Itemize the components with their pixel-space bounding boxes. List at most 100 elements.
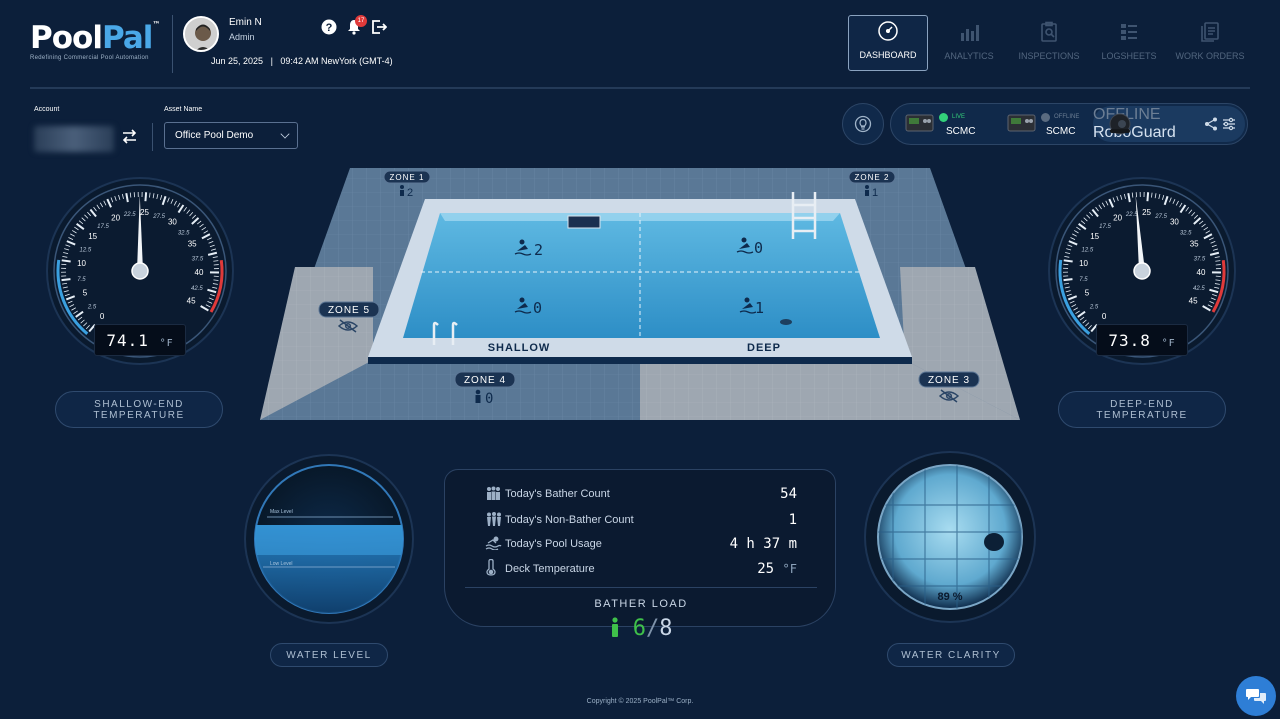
header-rule [30,87,1250,89]
shallow-reading: 74.1 [106,331,149,350]
stat-label: Deck Temperature [505,563,595,575]
user-role: Admin [229,32,255,42]
current-time: 09:42 AM NewYork (GMT-4) [280,56,393,66]
gauge-scale-label: 37.5 [192,256,204,262]
device-scmc-live[interactable]: LIVE SCMC [905,104,997,144]
zone-2-count: 1 [872,187,879,199]
device-scmc-offline[interactable]: OFFLINE SCMC [1007,104,1097,144]
gauge-hub [131,262,149,280]
bather-load-current: 6 [632,616,646,641]
shallow-readout: 74.1 °F [95,331,185,350]
avatar[interactable] [183,16,219,52]
account-divider [152,123,153,151]
person-icon [865,185,869,196]
group-icon [485,486,505,503]
asset-select-value: Office Pool Demo [175,130,254,141]
thermometer-icon [485,558,505,579]
water-clarity-gauge: 89 % [864,451,1036,623]
bar-chart-icon [961,25,979,41]
gauge-scale-label: 20 [1113,213,1122,222]
bather-load-separator: / [646,616,660,641]
stat-value: 1 [788,512,797,528]
zone-1-count: 2 [407,187,414,199]
share-icon[interactable] [1204,117,1218,131]
gauge-scale-label: 10 [77,259,86,268]
stats-divider [465,587,817,588]
stat-label: Today's Non-Bather Count [505,514,634,526]
gauge-scale-label: 12.5 [80,248,92,254]
nav-dashboard[interactable]: DASHBOARD [848,15,928,71]
drain [780,319,792,325]
gauge-tick [1146,192,1150,202]
gauge-scale-label: 42.5 [191,286,203,292]
nav-inspections-label: INSPECTIONS [1018,51,1080,61]
nav-inspections[interactable]: INSPECTIONS [1009,15,1089,71]
nav-logsheets[interactable]: LOGSHEETS [1089,15,1169,71]
nav-work-orders[interactable]: WORK ORDERS [1170,15,1250,71]
gauge-scale-label: 20 [111,213,120,222]
gauge-tick [144,192,148,202]
zone-4-label: ZONE 4 [464,375,506,386]
date-separator: | [270,56,273,66]
gauge-scale-label: 0 [1102,312,1107,321]
shallow-readout-box: 74.1 °F [94,324,186,356]
avatar-photo-icon [185,18,217,50]
stat-value: 25 °F [757,561,797,577]
quadrant-count-deep-bottom: 1 [755,299,765,317]
gauge-scale-label: 45 [187,297,196,306]
shallow-unit: °F [159,338,174,349]
nav-analytics-label: ANALYTICS [944,51,994,61]
gauge-scale-label: 15 [88,232,97,241]
settings-sliders-icon[interactable] [1222,117,1236,131]
list-icon [1121,24,1137,40]
water-clarity-value: 89 % [937,591,962,603]
logout-icon[interactable] [370,18,388,36]
low-level-label: Low Level [270,561,293,567]
help-icon[interactable]: ? [320,18,338,36]
gauge-scale-label: 7.5 [1079,277,1088,283]
deep-readout: 73.8 °F [1097,331,1187,350]
group-walking-icon [485,511,505,529]
gauge-scale-label: 2.5 [1089,304,1099,310]
gauge-scale-label: 40 [195,268,204,277]
document-stack-icon [1201,22,1219,42]
nav-dashboard-label: DASHBOARD [859,50,917,60]
shallow-label-line2: TEMPERATURE [93,409,185,421]
gauge-scale-label: 17.5 [1099,224,1111,230]
gauge-tick [61,278,71,282]
device-name: RoboGuard [1093,124,1176,141]
deep-readout-box: 73.8 °F [1096,324,1188,356]
device-roboguard[interactable]: OFFLINE RoboGuard [1093,106,1245,142]
gauge-scale-label: 10 [1079,259,1088,268]
gauge-scale-label: 42.5 [1193,286,1205,292]
person-icon [400,185,404,196]
clarity-target-dot [984,533,1004,551]
asset-select[interactable]: Office Pool Demo [164,122,298,149]
gauge-scale-label: 5 [1085,288,1090,297]
gauge-scale-label: 37.5 [1194,256,1206,262]
bather-load-title: BATHER LOAD [594,598,688,610]
max-level-label: Max Level [270,509,293,515]
swimmer-icon [485,536,505,553]
logo[interactable]: PoolPal™ [30,20,160,56]
stat-label: Today's Pool Usage [505,538,602,550]
chat-bubbles-icon [1246,689,1266,704]
status-dot [939,113,948,122]
device-name: SCMC [946,126,976,137]
nav-analytics[interactable]: ANALYTICS [929,15,1009,71]
water-clarity-label: WATER CLARITY [887,643,1015,667]
gauge-scale-label: 22.5 [1125,212,1138,218]
person-icon [475,389,481,403]
gauge-scale-label: 25 [140,208,149,217]
gauge-tick [1063,278,1073,282]
chat-button[interactable] [1236,676,1276,716]
gauge-scale-label: 30 [168,218,177,227]
deep-label-line1: DEEP-END [1110,398,1174,410]
user-name: Emin N [229,17,262,28]
device-status: OFFLINE [1054,114,1080,120]
swap-account-icon[interactable] [121,128,138,150]
gauge-scale-label: 32.5 [178,230,190,236]
gauge-scale-label: 2.5 [87,304,97,310]
lighting-button[interactable] [842,103,884,145]
deep-label: DEEP [747,342,781,354]
